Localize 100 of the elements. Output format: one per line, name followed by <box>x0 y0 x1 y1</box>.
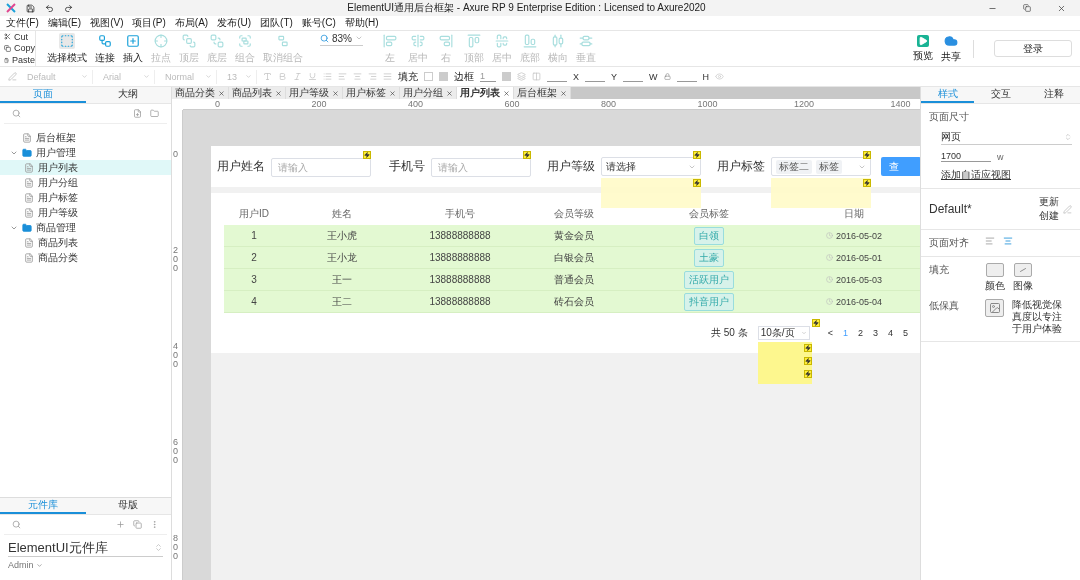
fill-swatch[interactable] <box>424 72 433 81</box>
folder-item[interactable]: 用户管理 <box>0 145 171 160</box>
page-number[interactable]: 4 <box>888 328 893 338</box>
page-item[interactable]: 用户等级 <box>0 205 171 220</box>
table-cell-text: 王二 <box>331 294 353 309</box>
ruler-number: 1400 <box>890 99 911 109</box>
duplicate-icon[interactable] <box>133 520 142 529</box>
page-type-dropdown[interactable]: 网页 <box>941 130 1072 145</box>
search-icon[interactable] <box>12 109 21 118</box>
play-icon <box>917 34 929 47</box>
geometry-label: Y <box>611 71 618 82</box>
border-swatch[interactable] <box>502 72 511 81</box>
close-icon[interactable] <box>218 89 225 97</box>
document-tab[interactable]: 用户等级 <box>286 87 343 99</box>
panel-tab[interactable]: 注释 <box>1027 87 1080 103</box>
document-tab[interactable]: 商品列表 <box>229 87 286 99</box>
menu-item[interactable]: 视图(V) <box>90 16 124 30</box>
tag-label: 活跃用户 <box>684 270 734 289</box>
add-icon[interactable] <box>116 520 125 529</box>
panel-tab[interactable]: 交互 <box>974 87 1027 103</box>
chevron-icon <box>800 330 807 336</box>
document-tab[interactable]: 商品分类 <box>172 87 229 99</box>
search-icon[interactable] <box>12 520 21 529</box>
align-center-button[interactable] <box>1003 236 1013 246</box>
fill-color-button[interactable]: 颜色 <box>985 263 1005 293</box>
close-icon[interactable] <box>503 89 510 97</box>
text-input[interactable]: 请输入 <box>271 157 371 177</box>
panel-tab[interactable]: 母版 <box>85 498 171 514</box>
prev-page-button[interactable]: < <box>827 328 833 338</box>
menu-item[interactable]: 布局(A) <box>174 16 209 30</box>
align-left-icon <box>338 72 347 81</box>
text-input[interactable]: 请输入 <box>431 157 531 177</box>
page-number[interactable]: 3 <box>873 328 878 338</box>
select-field[interactable]: 请选择 <box>601 157 701 176</box>
document-tab[interactable]: 用户分组 <box>400 87 457 99</box>
document-tab[interactable]: 用户列表 <box>457 87 514 99</box>
menu-item[interactable]: 账号(C) <box>301 16 336 30</box>
tag-select[interactable]: 标签二 标签 <box>771 157 871 176</box>
clipboard-button[interactable]: Cut <box>4 31 35 42</box>
redo-button[interactable] <box>64 3 73 13</box>
ruler-number: 400 <box>173 342 179 369</box>
ruler-number: 800 <box>173 534 179 561</box>
page-item[interactable]: 用户标签 <box>0 190 171 205</box>
close-icon[interactable] <box>332 89 339 97</box>
login-button[interactable]: 登录 <box>994 40 1072 57</box>
close-icon[interactable] <box>389 89 396 97</box>
library-dropdown[interactable]: ElementUI元件库 <box>8 539 163 557</box>
align-center-icon <box>353 72 362 81</box>
tag-chip: 标签 <box>816 159 842 174</box>
toolbar-button[interactable]: 连接 <box>94 32 116 65</box>
document-tab[interactable]: 后台框架 <box>514 87 571 99</box>
undo-button[interactable] <box>45 3 54 13</box>
close-icon[interactable] <box>275 89 282 97</box>
preview-button[interactable]: 预览 <box>909 34 937 63</box>
chevron-icon <box>355 34 363 42</box>
toolbar-button[interactable]: 选择模式 <box>46 32 88 65</box>
style-action[interactable]: 创建 <box>1039 209 1059 223</box>
lightning-icon <box>693 179 701 187</box>
toolbar-button[interactable]: 插入 <box>122 32 144 65</box>
page-item[interactable]: 商品分类 <box>0 250 171 265</box>
menu-item[interactable]: 帮助(H) <box>344 16 379 30</box>
align-left-button[interactable] <box>985 236 995 246</box>
filter-label: 用户标签 <box>717 158 765 175</box>
document-tab[interactable]: 用户标签 <box>343 87 400 99</box>
clipboard-button[interactable]: Paste <box>4 55 35 66</box>
menu-item[interactable]: 团队(T) <box>260 16 293 30</box>
menu-item[interactable]: 文件(F) <box>6 16 39 30</box>
bold-icon <box>278 72 287 81</box>
user-menu[interactable]: Admin <box>8 560 43 570</box>
save-button[interactable] <box>26 3 35 13</box>
page-number[interactable]: 2 <box>857 328 863 338</box>
fill-image-button[interactable]: 图像 <box>1013 263 1033 293</box>
page-item[interactable]: 用户分组 <box>0 175 171 190</box>
image-icon[interactable] <box>984 299 1005 317</box>
zoom-dropdown[interactable]: 83% <box>320 32 363 46</box>
menu-item[interactable]: 编辑(E) <box>47 16 82 30</box>
page-size-select[interactable]: 10条/页 <box>757 326 810 340</box>
plus-square-icon <box>125 32 141 49</box>
page-icon <box>24 177 34 188</box>
page-icon <box>24 192 34 203</box>
page-number[interactable]: 5 <box>903 328 909 338</box>
close-icon[interactable] <box>560 89 567 97</box>
menu-item[interactable]: 发布(U) <box>217 16 252 30</box>
close-icon[interactable] <box>446 89 453 97</box>
adaptive-view-link[interactable]: 添加自适应视图 <box>941 168 1072 182</box>
panel-tab[interactable]: 大纲 <box>85 87 171 103</box>
chevron-icon <box>81 73 88 80</box>
add-page-icon[interactable] <box>133 109 142 118</box>
page-item[interactable]: 后台框架 <box>0 130 171 145</box>
menu-item[interactable]: 项目(P) <box>132 16 166 30</box>
style-action[interactable]: 更新 <box>1039 195 1059 209</box>
share-button[interactable]: 共享 <box>937 33 965 64</box>
page-item[interactable]: 商品列表 <box>0 235 171 250</box>
folder-item[interactable]: 商品管理 <box>0 220 171 235</box>
add-folder-icon[interactable] <box>150 109 159 118</box>
page-item[interactable]: 用户列表 <box>0 160 171 175</box>
more-icon[interactable] <box>150 520 159 529</box>
shadow-swatch[interactable] <box>439 72 448 81</box>
clipboard-button[interactable]: Copy <box>4 43 35 54</box>
width-field[interactable]: 1700 <box>941 151 991 162</box>
